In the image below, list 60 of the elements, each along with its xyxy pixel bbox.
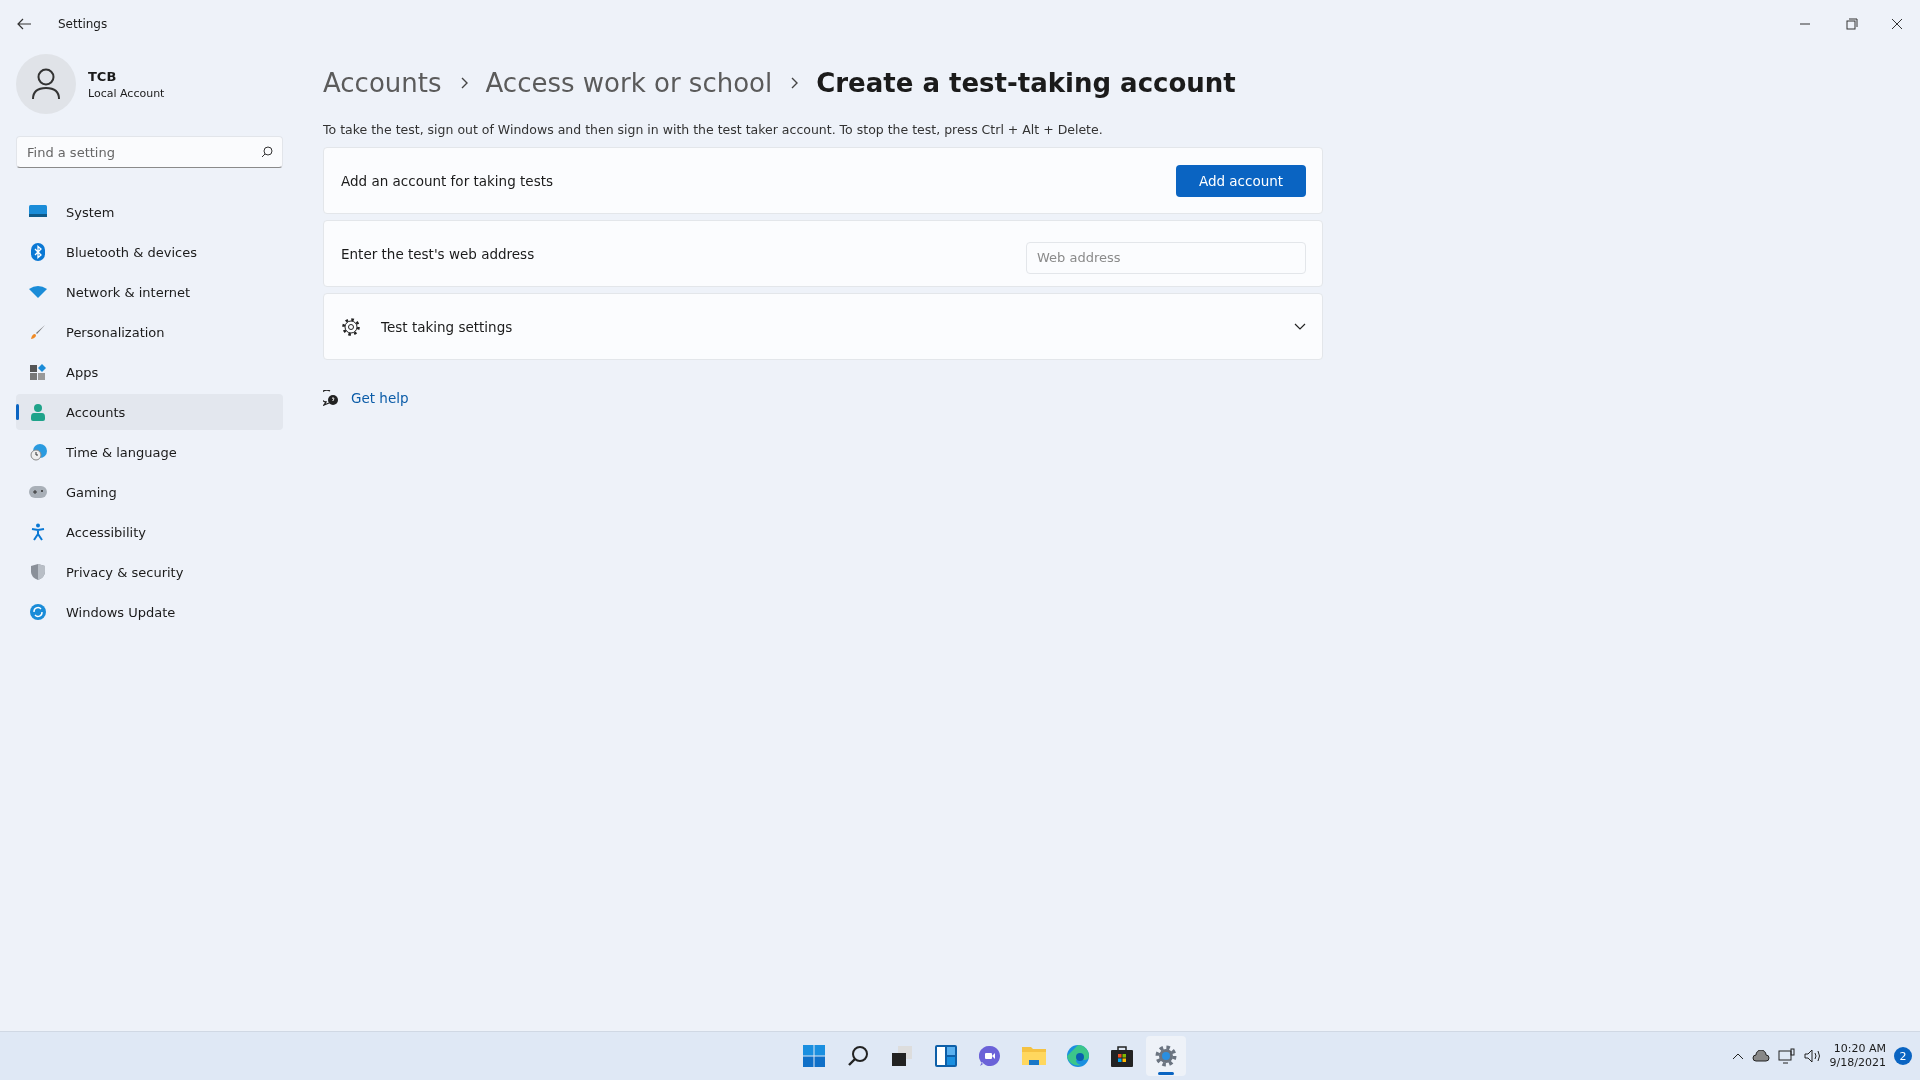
card-label: Add an account for taking tests [341,172,553,189]
description-text: To take the test, sign out of Windows and then sign in with the test taker account. To stop the test, press Ctrl + Alt + Delete. [323,122,1104,137]
settings-icon [341,316,361,337]
nav-item[interactable]: Apps [16,354,283,390]
account-type: Local Account [88,86,165,100]
chevron-right-icon [790,77,799,89]
task-view-icon [891,1045,913,1067]
brush-icon [30,324,46,340]
nav-item[interactable]: Windows Update [16,594,283,630]
clock-date[interactable]: 9/18/2021 [1829,1056,1886,1070]
cloud-icon[interactable] [1751,1050,1770,1062]
help-icon [323,390,339,406]
shield-icon [31,564,45,580]
folder-icon [1022,1045,1046,1067]
breadcrumb-item[interactable]: Access work or school [485,68,773,98]
gear-icon [1155,1045,1177,1067]
breadcrumb-item: Create a test-taking account [816,68,1236,98]
chevron-right-icon [459,77,468,89]
nav-item[interactable]: Privacy & security [16,554,283,590]
add-account-button[interactable]: Add account [1176,164,1306,197]
expander-card[interactable]: Test taking settings [323,293,1323,360]
card-label: Test taking settings [381,318,513,335]
nav-item[interactable]: Time & language [16,434,283,470]
search-field[interactable]: Find a setting [16,136,283,168]
notification-badge[interactable]: 2 [1894,1047,1912,1065]
chevron-up-icon[interactable] [1731,1052,1744,1060]
update-icon [30,604,46,620]
nav-item[interactable]: System [16,194,283,230]
window-title: Settings [58,17,108,31]
chevron-down-icon[interactable] [1294,322,1306,331]
globe-clock-icon [29,443,47,461]
nav-item[interactable]: Personalization [16,314,283,350]
gamepad-icon [29,486,47,498]
user-name: TCB [88,68,118,84]
chat-icon [979,1045,1001,1067]
apps-icon [30,364,46,380]
person-icon [31,403,45,421]
get-help-link[interactable]: Get help [351,390,409,406]
monitor-icon [29,205,47,219]
wifi-icon [29,286,47,298]
nav-item[interactable]: Bluetooth & devices [16,234,283,270]
nav-item[interactable]: Accounts [16,394,283,430]
nav-item[interactable]: Accessibility [16,514,283,550]
widgets-icon [935,1045,957,1067]
web-address-field[interactable]: Web address [1026,241,1306,274]
network-icon[interactable] [1777,1048,1796,1064]
clock-time[interactable]: 10:20 AM [1829,1042,1886,1056]
card-label: Enter the test's web address [341,245,535,262]
search-icon[interactable] [261,146,273,158]
breadcrumb-item[interactable]: Accounts [323,68,442,98]
nav-item[interactable]: Gaming [16,474,283,510]
back-icon[interactable] [16,16,32,32]
bluetooth-icon [31,243,45,261]
edge-icon [1067,1045,1089,1067]
windows-start-icon [803,1045,825,1067]
accessibility-icon [31,523,45,541]
search-icon [847,1045,869,1067]
store-icon [1111,1045,1133,1067]
nav-item[interactable]: Network & internet [16,274,283,310]
speaker-icon[interactable] [1803,1049,1822,1063]
